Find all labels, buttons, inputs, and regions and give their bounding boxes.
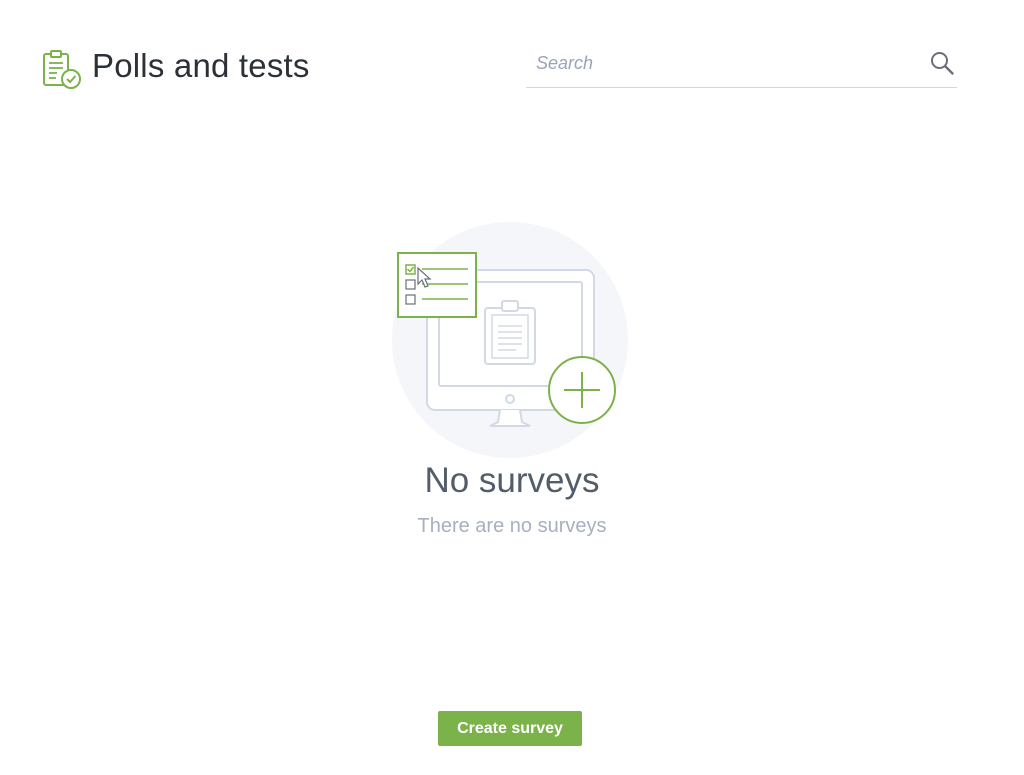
clipboard-check-icon [43,50,81,89]
empty-state-subtitle: There are no surveys [417,515,607,537]
search-icon[interactable] [929,50,955,76]
polls-page: Polls and tests Search No surveys There … [0,0,1024,775]
page-title: Polls and tests [92,47,310,84]
survey-monitor-add-illustration [392,222,628,458]
create-survey-button[interactable]: Create survey [438,711,582,746]
search-input[interactable] [536,48,916,78]
checklist-card [397,252,477,318]
search-bar [526,42,957,88]
empty-state-title: No surveys [424,461,600,500]
